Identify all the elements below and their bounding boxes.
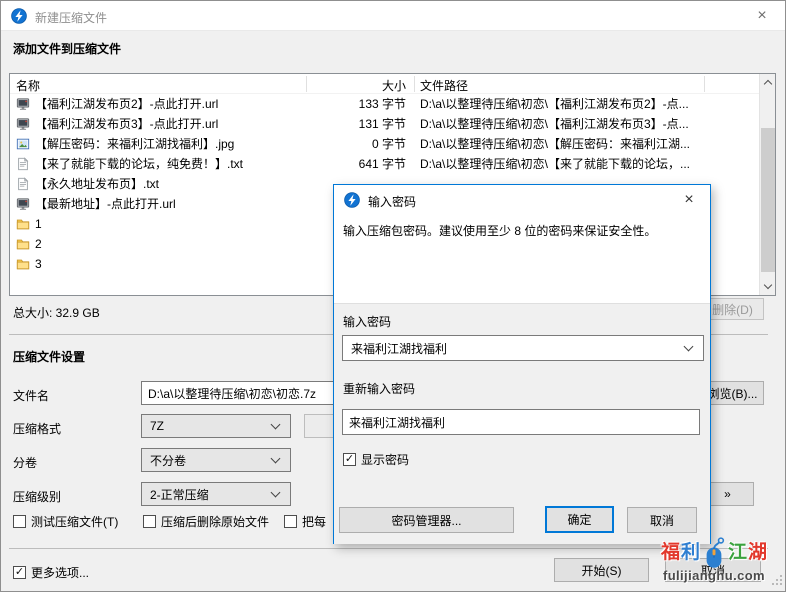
url-file-icon (16, 197, 30, 211)
file-size: 133 字节 (314, 94, 406, 114)
close-icon[interactable]: × (676, 188, 702, 212)
vertical-scrollbar[interactable] (759, 74, 775, 295)
checkbox-unchecked[interactable] (13, 515, 26, 528)
file-name: 【福利江湖发布页3】-点此打开.url (35, 114, 218, 134)
add-files-section-title: 添加文件到压缩文件 (13, 40, 121, 57)
filename-label: 文件名 (13, 387, 49, 404)
archive-settings-section-title: 压缩文件设置 (13, 348, 85, 365)
text-file-icon (16, 177, 30, 191)
total-size-label: 总大小: 32.9 GB (13, 304, 100, 321)
show-password-checkbox[interactable]: ✓ 显示密码 (343, 451, 409, 468)
volume-select[interactable]: 不分卷 (141, 448, 291, 472)
folder-icon (16, 237, 30, 251)
chevron-down-icon (684, 342, 694, 352)
more-options-checkbox[interactable]: ✓ 更多选项... (13, 564, 89, 581)
file-path: D:\a\以整理待压缩\初恋\【解压密码：来福利江湖... (420, 134, 739, 154)
text-file-icon (16, 157, 30, 171)
file-name: 【福利江湖发布页2】-点此打开.url (35, 94, 218, 114)
file-name: 【解压密码：来福利江湖找福利】.jpg (35, 134, 234, 154)
image-file-icon (16, 137, 30, 151)
main-cancel-button[interactable]: 取消 (665, 558, 761, 582)
chevron-down-icon (271, 488, 281, 498)
table-row[interactable]: 【解压密码：来福利江湖找福利】.jpg 0 字节 D:\a\以整理待压缩\初恋\【解… (10, 134, 759, 154)
file-path: D:\a\以整理待压缩\初恋\【福利江湖发布页3】-点... (420, 114, 739, 134)
column-header-size[interactable]: 大小 (314, 77, 406, 94)
column-divider (704, 76, 705, 92)
file-name: 1 (35, 214, 42, 234)
volume-label: 分卷 (13, 454, 37, 471)
file-name: 3 (35, 254, 42, 274)
close-icon[interactable]: × (749, 4, 775, 28)
url-file-icon (16, 97, 30, 111)
column-divider (306, 76, 307, 92)
file-name: 【最新地址】-点此打开.url (35, 194, 176, 214)
file-path: D:\a\以整理待压缩\初恋\【福利江湖发布页2】-点... (420, 94, 739, 114)
bandizip-new-archive-window: 新建压缩文件 × 添加文件到压缩文件 名称 大小 文件路径 【福利江湖发布页2】… (0, 0, 786, 592)
url-file-icon (16, 117, 30, 131)
password-label: 输入密码 (343, 313, 391, 330)
file-name: 【来了就能下载的论坛，纯免费！】.txt (35, 154, 243, 174)
chevron-down-icon (271, 454, 281, 464)
folder-icon (16, 257, 30, 271)
resize-grip[interactable] (770, 573, 783, 589)
file-name: 2 (35, 234, 42, 254)
dialog-cancel-button[interactable]: 取消 (627, 507, 697, 533)
file-list-header[interactable]: 名称 大小 文件路径 (10, 74, 775, 94)
table-row[interactable]: 【福利江湖发布页2】-点此打开.url 133 字节 D:\a\以整理待压缩\初恋\… (10, 94, 759, 114)
reenter-password-label: 重新输入密码 (343, 380, 415, 397)
bandizip-app-icon (344, 192, 360, 208)
format-select[interactable]: 7Z (141, 414, 291, 438)
folder-icon (16, 217, 30, 231)
file-path: D:\a\以整理待压缩\初恋\【来了就能下载的论坛，... (420, 154, 739, 174)
scroll-up-icon[interactable] (760, 74, 776, 91)
checkbox-checked[interactable]: ✓ (343, 453, 356, 466)
dialog-title: 输入密码 (368, 193, 416, 210)
divider (9, 548, 768, 549)
column-header-name[interactable]: 名称 (16, 77, 40, 94)
enter-password-dialog: 输入密码 × 输入压缩包密码。建议使用至少 8 位的密码来保证安全性。 输入密码… (333, 184, 711, 544)
dialog-titlebar: 输入密码 × (334, 185, 710, 215)
scroll-down-icon[interactable] (760, 278, 776, 295)
start-button[interactable]: 开始(S) (554, 558, 649, 582)
scrollbar-thumb[interactable] (761, 128, 775, 272)
password-manager-button[interactable]: 密码管理器... (339, 507, 514, 533)
window-title: 新建压缩文件 (35, 9, 107, 26)
ok-button[interactable]: 确定 (545, 506, 614, 533)
column-divider (414, 76, 415, 92)
level-select[interactable]: 2-正常压缩 (141, 482, 291, 506)
format-label: 压缩格式 (13, 420, 61, 437)
checkbox-checked[interactable]: ✓ (13, 566, 26, 579)
file-name: 【永久地址发布页】.txt (35, 174, 159, 194)
delete-after-checkbox[interactable]: 压缩后删除原始文件 (143, 513, 269, 530)
column-header-path[interactable]: 文件路径 (420, 77, 468, 94)
partial-hidden-checkbox[interactable]: 把每 (284, 513, 326, 530)
dialog-description: 输入压缩包密码。建议使用至少 8 位的密码来保证安全性。 (343, 223, 699, 240)
file-size: 641 字节 (314, 154, 406, 174)
bandizip-app-icon (11, 8, 27, 24)
checkbox-unchecked[interactable] (284, 515, 297, 528)
window-titlebar: 新建压缩文件 × (1, 1, 785, 31)
test-archive-checkbox[interactable]: 测试压缩文件(T) (13, 513, 118, 530)
chevron-down-icon (271, 420, 281, 430)
level-label: 压缩级别 (13, 488, 61, 505)
password-combobox[interactable]: 来福利江湖找福利 (342, 335, 704, 361)
table-row[interactable]: 【福利江湖发布页3】-点此打开.url 131 字节 D:\a\以整理待压缩\初恋\… (10, 114, 759, 134)
file-size: 0 字节 (314, 134, 406, 154)
file-size: 131 字节 (314, 114, 406, 134)
reenter-password-input[interactable] (342, 409, 700, 435)
table-row[interactable]: 【来了就能下载的论坛，纯免费！】.txt 641 字节 D:\a\以整理待压缩\初恋… (10, 154, 759, 174)
checkbox-unchecked[interactable] (143, 515, 156, 528)
